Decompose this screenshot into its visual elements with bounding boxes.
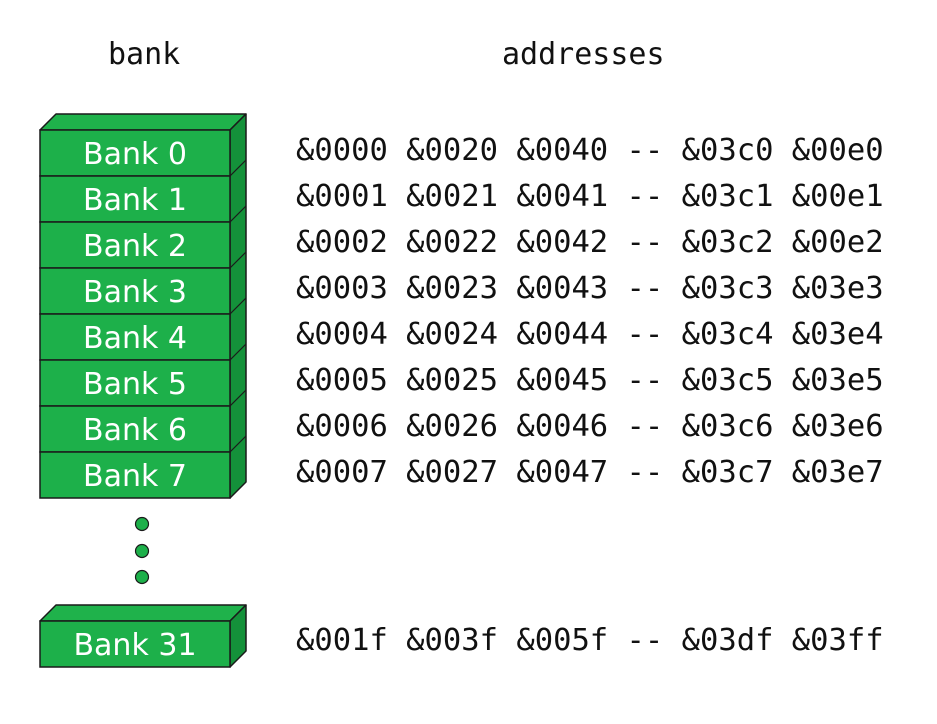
bank-label: Bank 7 [83,459,187,494]
bank-stack-diagram: Bank 0 Bank 1 Bank 2 Bank 3 Bank 4 Bank 5 Bank… [39,113,247,668]
last-bank-label: Bank 31 [73,628,196,663]
ellipsis-dot [134,543,150,559]
bank-address-row: &0002 &0022 &0042 -- &03c2 &00e2 [296,225,884,260]
bank-label: Bank 5 [83,367,187,402]
bank-address-row: &0007 &0027 &0047 -- &03c7 &03e7 [296,455,884,490]
bank-label: Bank 1 [83,183,187,218]
bank-label: Bank 4 [83,321,187,356]
bank-label: Bank 0 [83,137,187,172]
last-bank-address-row: &001f &003f &005f -- &03df &03ff [296,623,884,658]
bank-address-row: &0006 &0026 &0046 -- &03c6 &03e6 [296,409,884,444]
bank-address-row: &0003 &0023 &0043 -- &03c3 &03e3 [296,271,884,306]
bank-address-row: &0000 &0020 &0040 -- &03c0 &00e0 [296,133,884,168]
bank-label: Bank 6 [83,413,187,448]
stack-top-face [39,113,247,131]
ellipsis-dot [134,569,150,585]
bank-address-row: &0004 &0024 &0044 -- &03c4 &03e4 [296,317,884,352]
bank-label: Bank 3 [83,275,187,310]
bank-label: Bank 2 [83,229,187,264]
bank-address-row: &0005 &0025 &0045 -- &03c5 &03e5 [296,363,884,398]
ellipsis-dot [134,516,150,532]
last-bank-top-face [39,604,247,622]
bank-address-row: &0001 &0021 &0041 -- &03c1 &00e1 [296,179,884,214]
